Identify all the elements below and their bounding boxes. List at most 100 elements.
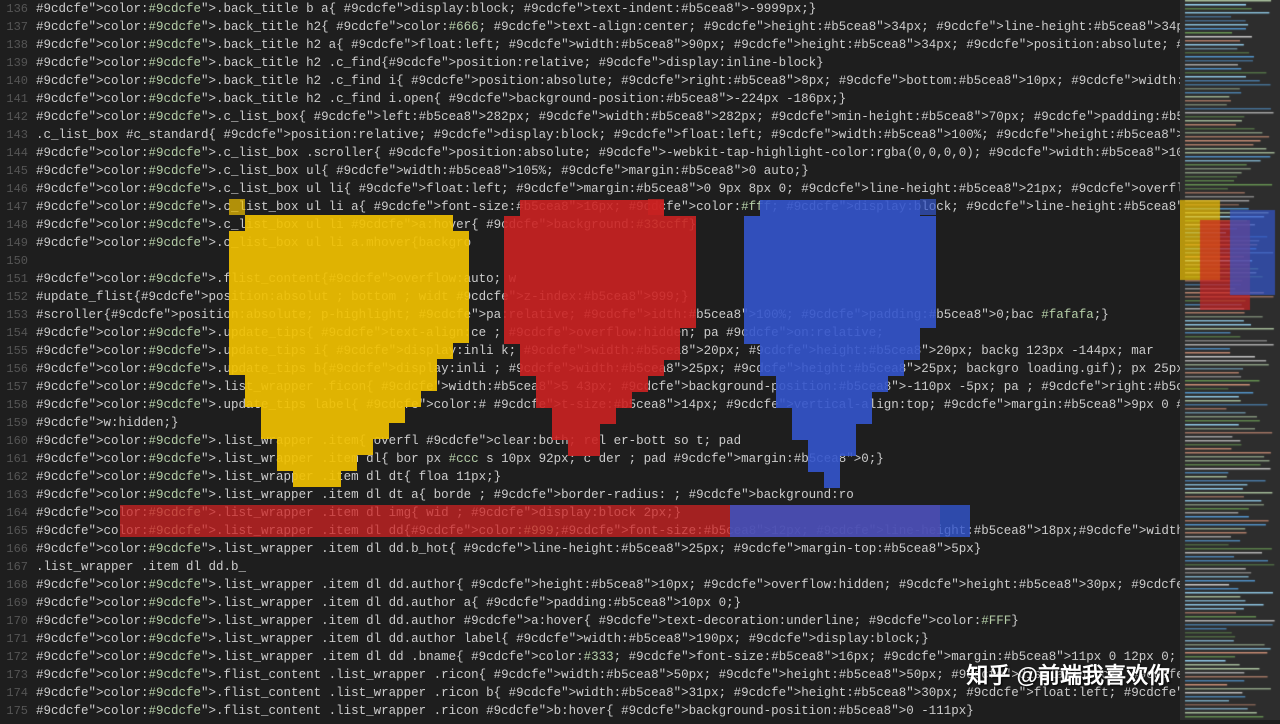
line-text: .list_wrapper .item dl dd.b_ [36,558,1180,576]
line-text: #9cdcfe">color:#9cdcfe">.list_wrapper .i… [36,486,1180,504]
line-text: #9cdcfe">color:#9cdcfe">.list_wrapper .i… [36,594,1180,612]
line-text: #9cdcfe">color:#9cdcfe">.back_title h2 a… [36,36,1180,54]
line-text: #9cdcfe">color:#9cdcfe">.back_title b a{… [36,0,1180,18]
code-line: 167.list_wrapper .item dl dd.b_ [0,558,1180,576]
line-text: .c_list_box #c_standard{ #9cdcfe">positi… [36,126,1180,144]
code-line: 159 #9cdcfe">w:hidden;} [0,414,1180,432]
line-number: 165 [0,522,36,540]
line-number: 161 [0,450,36,468]
line-number: 154 [0,324,36,342]
line-text: #9cdcfe">color:#9cdcfe">.list_wrapper .f… [36,378,1180,396]
code-line: 138#9cdcfe">color:#9cdcfe">.back_title h… [0,36,1180,54]
code-line: 155#9cdcfe">color:#9cdcfe">.update_tips … [0,342,1180,360]
code-line: 164#9cdcfe">color:#9cdcfe">.list_wrapper… [0,504,1180,522]
line-number: 153 [0,306,36,324]
line-number: 151 [0,270,36,288]
line-text: #9cdcfe">color:#9cdcfe">.c_list_box ul l… [36,198,1180,216]
line-text: #9cdcfe">color:#9cdcfe">.flist_content{#… [36,270,1180,288]
code-line: 139#9cdcfe">color:#9cdcfe">.back_title h… [0,54,1180,72]
code-line: 154#9cdcfe">color:#9cdcfe">.update_tips{… [0,324,1180,342]
line-text: #9cdcfe">color:#9cdcfe">.list_wrapper .i… [36,540,1180,558]
line-number: 139 [0,54,36,72]
line-text: #9cdcfe">color:#9cdcfe">.c_list_box ul l… [36,180,1180,198]
line-text: #9cdcfe">color:#9cdcfe">.back_title h2 .… [36,90,1180,108]
line-number: 144 [0,144,36,162]
line-number: 136 [0,0,36,18]
line-number: 138 [0,36,36,54]
code-line: 166#9cdcfe">color:#9cdcfe">.list_wrapper… [0,540,1180,558]
code-line: 160#9cdcfe">color:#9cdcfe">.list_wrapper… [0,432,1180,450]
code-line: 157#9cdcfe">color:#9cdcfe">.list_wrapper… [0,378,1180,396]
code-line: 143.c_list_box #c_standard{ #9cdcfe">pos… [0,126,1180,144]
line-text: #update_flist{#9cdcfe">position:absolut … [36,288,1180,306]
line-text: #9cdcfe">color:#9cdcfe">.c_list_box .scr… [36,144,1180,162]
line-number: 156 [0,360,36,378]
code-line: 146#9cdcfe">color:#9cdcfe">.c_list_box u… [0,180,1180,198]
line-number: 158 [0,396,36,414]
line-text: #9cdcfe">color:#9cdcfe">.back_title h2{ … [36,18,1180,36]
line-number: 163 [0,486,36,504]
line-number: 171 [0,630,36,648]
line-number: 140 [0,72,36,90]
code-line: 169#9cdcfe">color:#9cdcfe">.list_wrapper… [0,594,1180,612]
line-text: #9cdcfe">color:#9cdcfe">.list_wrapper .i… [36,630,1180,648]
line-text: #9cdcfe">color:#9cdcfe">.c_list_box{ #9c… [36,108,1180,126]
line-text: #9cdcfe">color:#9cdcfe">.update_tips{ #9… [36,324,1180,342]
line-number: 147 [0,198,36,216]
line-number: 162 [0,468,36,486]
code-line: 163#9cdcfe">color:#9cdcfe">.list_wrapper… [0,486,1180,504]
line-text: #scroller{#9cdcfe">position:absolute; p-… [36,306,1180,324]
sidebar-thumbnail [1180,0,1280,720]
line-number: 141 [0,90,36,108]
code-line: 158#9cdcfe">color:#9cdcfe">.update_tips … [0,396,1180,414]
line-text: #9cdcfe">color:#9cdcfe">.list_wrapper .i… [36,612,1180,630]
line-text: #9cdcfe">w:hidden;} [36,414,1180,432]
code-line: 140#9cdcfe">color:#9cdcfe">.back_title h… [0,72,1180,90]
code-line: 153#scroller{#9cdcfe">position:absolute;… [0,306,1180,324]
code-line: 149#9cdcfe">color:#9cdcfe">.c_list_box u… [0,234,1180,252]
line-number: 172 [0,648,36,666]
code-line: 161#9cdcfe">color:#9cdcfe">.list_wrapper… [0,450,1180,468]
line-number: 143 [0,126,36,144]
code-line: 137#9cdcfe">color:#9cdcfe">.back_title h… [0,18,1180,36]
code-line: 145#9cdcfe">color:#9cdcfe">.c_list_box u… [0,162,1180,180]
line-number: 159 [0,414,36,432]
line-number: 150 [0,252,36,270]
line-number: 160 [0,432,36,450]
line-number: 142 [0,108,36,126]
code-editor: 136#9cdcfe">color:#9cdcfe">.back_title b… [0,0,1180,720]
code-line: 156#9cdcfe">color:#9cdcfe">.update_tips … [0,360,1180,378]
code-line: 150 [0,252,1180,270]
code-line: 136#9cdcfe">color:#9cdcfe">.back_title b… [0,0,1180,18]
code-line: 147#9cdcfe">color:#9cdcfe">.c_list_box u… [0,198,1180,216]
line-number: 174 [0,684,36,702]
watermark: 知乎 @前端我喜欢你 [966,658,1170,690]
line-number: 168 [0,576,36,594]
line-number: 166 [0,540,36,558]
code-line: 141#9cdcfe">color:#9cdcfe">.back_title h… [0,90,1180,108]
code-line: 170#9cdcfe">color:#9cdcfe">.list_wrapper… [0,612,1180,630]
line-number: 145 [0,162,36,180]
line-text: #9cdcfe">color:#9cdcfe">.list_wrapper .i… [36,504,1180,522]
line-number: 157 [0,378,36,396]
line-number: 148 [0,216,36,234]
code-line: 142#9cdcfe">color:#9cdcfe">.c_list_box{ … [0,108,1180,126]
line-text: #9cdcfe">color:#9cdcfe">.c_list_box ul l… [36,234,1180,252]
line-text: #9cdcfe">color:#9cdcfe">.back_title h2 .… [36,72,1180,90]
code-line: 148#9cdcfe">color:#9cdcfe">.c_list_box u… [0,216,1180,234]
line-number: 170 [0,612,36,630]
line-text: #9cdcfe">color:#9cdcfe">.c_list_box ul{ … [36,162,1180,180]
line-text: #9cdcfe">color:#9cdcfe">.back_title h2 .… [36,54,1180,72]
line-text: #9cdcfe">color:#9cdcfe">.c_list_box ul l… [36,216,1180,234]
line-text: #9cdcfe">color:#9cdcfe">.list_wrapper .i… [36,576,1180,594]
line-text: #9cdcfe">color:#9cdcfe">.list_wrapper .i… [36,522,1180,540]
line-number: 149 [0,234,36,252]
code-line: 171#9cdcfe">color:#9cdcfe">.list_wrapper… [0,630,1180,648]
code-line: 175#9cdcfe">color:#9cdcfe">.flist_conten… [0,702,1180,720]
line-number: 173 [0,666,36,684]
line-number: 146 [0,180,36,198]
code-line: 152#update_flist{#9cdcfe">position:absol… [0,288,1180,306]
line-text: #9cdcfe">color:#9cdcfe">.update_tips i{ … [36,342,1180,360]
code-line: 162#9cdcfe">color:#9cdcfe">.list_wrapper… [0,468,1180,486]
line-number: 167 [0,558,36,576]
